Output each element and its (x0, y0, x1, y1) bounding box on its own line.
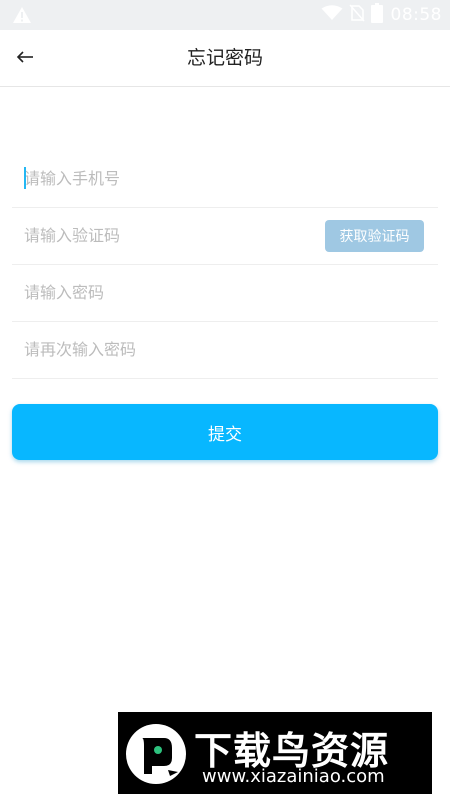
no-sim-icon (348, 4, 365, 26)
app-bar: 忘记密码 (0, 30, 450, 87)
submit-button[interactable]: 提交 (12, 404, 438, 460)
verification-code-input[interactable] (24, 207, 304, 263)
bird-logo-icon (124, 722, 188, 790)
code-field: 获取验证码 (12, 207, 438, 265)
get-code-button[interactable]: 获取验证码 (325, 220, 424, 252)
status-time: 08:58 (390, 5, 442, 25)
wifi-icon (321, 5, 343, 25)
password-input[interactable] (24, 264, 224, 320)
page-title: 忘记密码 (186, 47, 263, 69)
password-field (12, 264, 438, 322)
text-cursor (24, 167, 26, 189)
phone-field (12, 150, 438, 208)
status-icons: 08:58 (321, 0, 443, 30)
confirm-password-field (12, 321, 438, 379)
warning-icon (12, 6, 32, 28)
watermark-url: www.xiazainiao.com (202, 766, 385, 787)
battery-icon (370, 3, 383, 27)
confirm-password-input[interactable] (24, 321, 224, 377)
phone-input[interactable] (24, 150, 224, 206)
status-bar: 08:58 (0, 0, 450, 30)
watermark-banner: 下载鸟资源 www.xiazainiao.com (118, 712, 432, 794)
